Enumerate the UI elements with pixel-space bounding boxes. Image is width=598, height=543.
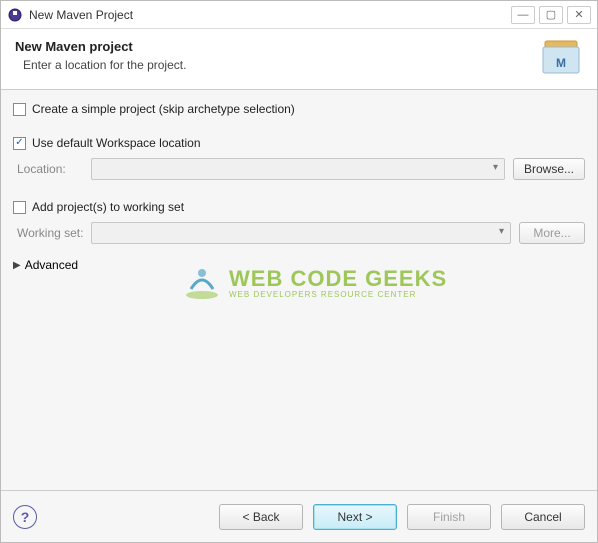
browse-button[interactable]: Browse... bbox=[513, 158, 585, 180]
cancel-button[interactable]: Cancel bbox=[501, 504, 585, 530]
back-button[interactable]: < Back bbox=[219, 504, 303, 530]
use-default-workspace-label: Use default Workspace location bbox=[32, 136, 201, 150]
expand-icon: ▶ bbox=[13, 260, 21, 271]
location-combo[interactable]: ▾ bbox=[91, 158, 505, 180]
maven-icon: M bbox=[539, 39, 583, 77]
svg-text:M: M bbox=[556, 56, 566, 70]
add-to-working-set-label: Add project(s) to working set bbox=[32, 200, 184, 214]
window-title: New Maven Project bbox=[29, 8, 511, 22]
use-default-workspace-checkbox[interactable] bbox=[13, 137, 26, 150]
app-icon bbox=[7, 7, 23, 23]
more-button[interactable]: More... bbox=[519, 222, 585, 244]
add-to-working-set-checkbox[interactable] bbox=[13, 201, 26, 214]
advanced-toggle[interactable]: ▶ Advanced bbox=[13, 258, 585, 272]
dialog-content: Create a simple project (skip archetype … bbox=[1, 90, 597, 490]
help-icon[interactable]: ? bbox=[13, 505, 37, 529]
advanced-label: Advanced bbox=[25, 258, 78, 272]
page-title: New Maven project bbox=[15, 39, 531, 54]
finish-button[interactable]: Finish bbox=[407, 504, 491, 530]
page-subtitle: Enter a location for the project. bbox=[15, 58, 531, 72]
simple-project-label: Create a simple project (skip archetype … bbox=[32, 102, 295, 116]
dialog-footer: ? < Back Next > Finish Cancel bbox=[1, 490, 597, 542]
maximize-button[interactable]: ▢ bbox=[539, 6, 563, 24]
simple-project-checkbox[interactable] bbox=[13, 103, 26, 116]
dialog-window: New Maven Project — ▢ ✕ New Maven projec… bbox=[0, 0, 598, 543]
close-button[interactable]: ✕ bbox=[567, 6, 591, 24]
chevron-down-icon: ▾ bbox=[493, 162, 498, 173]
chevron-down-icon: ▾ bbox=[499, 226, 504, 237]
next-button[interactable]: Next > bbox=[313, 504, 397, 530]
titlebar: New Maven Project — ▢ ✕ bbox=[1, 1, 597, 29]
dialog-header: New Maven project Enter a location for t… bbox=[1, 29, 597, 90]
minimize-button[interactable]: — bbox=[511, 6, 535, 24]
working-set-combo[interactable]: ▾ bbox=[91, 222, 511, 244]
working-set-label: Working set: bbox=[17, 226, 91, 240]
location-label: Location: bbox=[17, 162, 91, 176]
